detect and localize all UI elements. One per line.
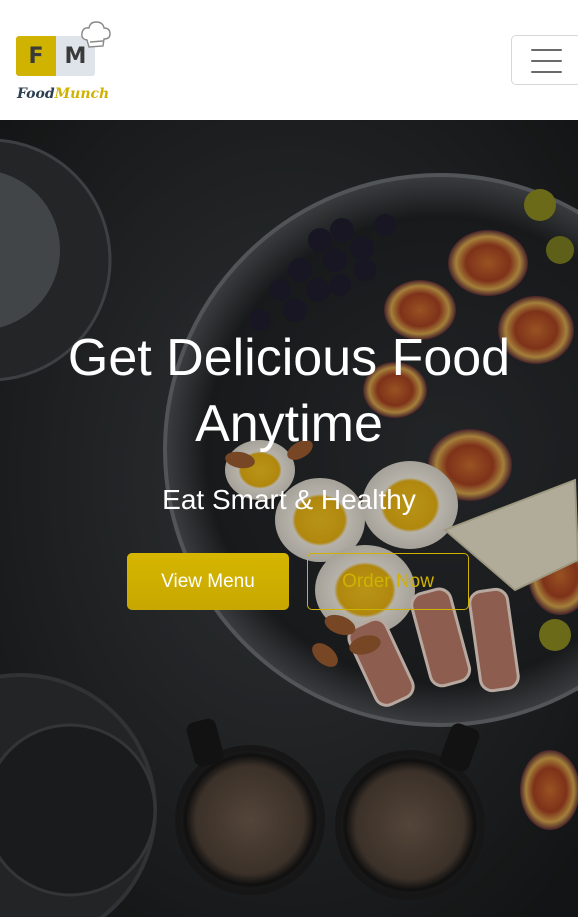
chef-hat-icon	[81, 21, 111, 48]
menu-toggle-button[interactable]	[511, 35, 578, 85]
logo-letter-f: F	[16, 36, 56, 76]
navbar: F M FoodMunch	[0, 0, 578, 120]
hero-section: Get Delicious Food Anytime Eat Smart & H…	[0, 120, 578, 917]
hero-title: Get Delicious Food Anytime	[67, 329, 511, 453]
hero-subtitle: Eat Smart & Healthy	[162, 484, 416, 515]
brand-name: FoodMunch	[17, 86, 109, 102]
logo[interactable]: F M FoodMunch	[16, 20, 116, 106]
order-now-button[interactable]: Order Now	[307, 553, 469, 610]
brand-name-part1: Food	[17, 86, 55, 102]
view-menu-button[interactable]: View Menu	[127, 553, 289, 610]
brand-name-part2: Munch	[54, 86, 110, 102]
